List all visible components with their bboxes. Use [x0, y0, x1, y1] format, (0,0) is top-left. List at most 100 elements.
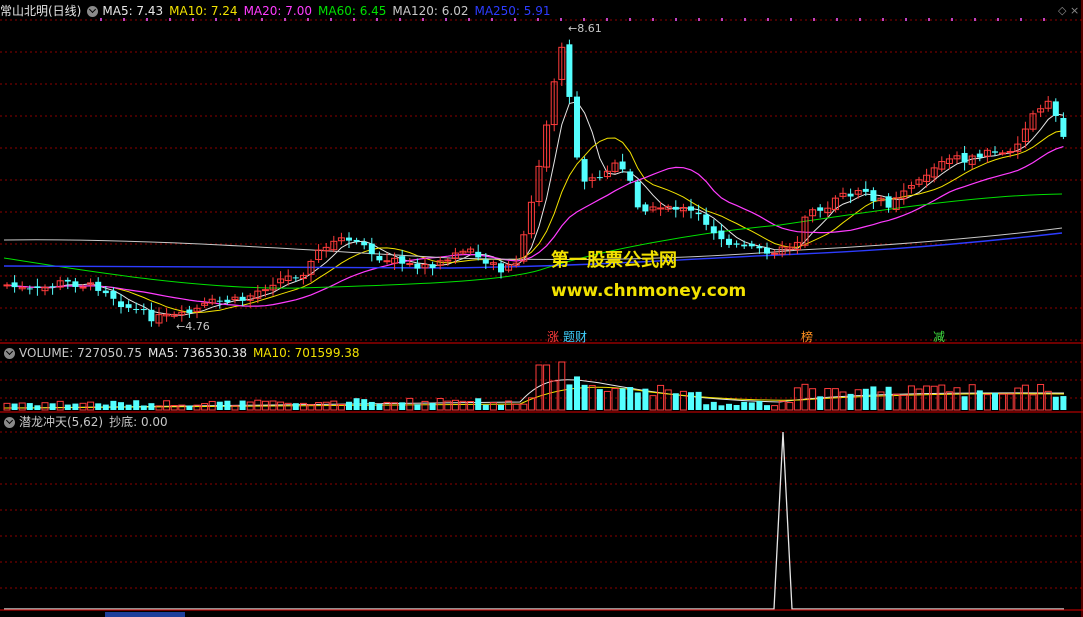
volume-bar [186, 405, 193, 410]
candle-body [847, 193, 854, 197]
volume-bar [56, 400, 64, 411]
marker-dot [560, 18, 562, 21]
event-tag-zhang[interactable]: 涨 [546, 330, 560, 344]
volume-bar [140, 405, 147, 410]
volume-bar [710, 401, 717, 410]
candle-body [1060, 117, 1067, 137]
volume-bar [634, 392, 641, 410]
candle-body [125, 304, 132, 308]
volume-bar [915, 388, 923, 411]
volume-bar [862, 388, 869, 410]
diamond-icon[interactable]: ◇ [1058, 4, 1066, 17]
volume-bar [148, 403, 155, 410]
volume-bar [429, 403, 436, 410]
candle-body [95, 281, 102, 291]
marker-dot [882, 18, 884, 21]
chevron-down-icon[interactable] [87, 5, 99, 17]
candle-body [140, 309, 147, 311]
marker-dot [675, 18, 677, 21]
marker-dot [836, 18, 838, 21]
indicator-name: 潜龙冲天(5,62) [19, 415, 104, 429]
candle-body [756, 246, 763, 249]
volume-bar [793, 387, 801, 411]
volume-bar [817, 396, 824, 410]
volume-bar [831, 388, 839, 411]
volume-bar [18, 402, 26, 411]
kline-chart[interactable] [0, 0, 1083, 617]
volume-bar [133, 400, 140, 410]
volume-bar [672, 393, 679, 410]
main-panel-header: 常山北明(日线) MA5: 7.43 MA10: 7.24 MA20: 7.00… [0, 2, 557, 20]
volume-bar [41, 402, 49, 411]
volume-bar [95, 403, 102, 410]
candle-body [642, 204, 649, 212]
candle-body [224, 299, 231, 303]
volume-bars [3, 361, 1067, 411]
marker-dot [606, 18, 608, 21]
candle-body [376, 255, 383, 261]
volume-bar [1014, 387, 1022, 411]
volume-bar [498, 404, 504, 410]
volume-bar [1029, 394, 1037, 411]
close-icon[interactable]: × [1070, 4, 1079, 17]
candlesticks [3, 39, 1067, 327]
volume-panel-header: VOLUME: 727050.75 MA5: 736530.38 MA10: 7… [0, 344, 366, 362]
candle-body [581, 159, 588, 182]
volume-bar [664, 389, 672, 411]
date-scroll-indicator[interactable] [105, 612, 185, 617]
volume-bar [741, 401, 748, 410]
candle-body [239, 296, 246, 301]
volume-bar [726, 403, 732, 410]
chevron-down-icon[interactable] [4, 347, 15, 359]
candle-body [64, 279, 71, 282]
candle-body [133, 308, 140, 310]
marker-dot [698, 18, 700, 21]
ma5-label: MA5: 7.43 [102, 4, 164, 18]
volume-bar [839, 391, 847, 411]
candle-body [726, 238, 732, 245]
candle-body [703, 214, 710, 225]
chevron-down-icon[interactable] [4, 416, 15, 428]
volume-bar [999, 393, 1007, 411]
candle-body [475, 251, 482, 258]
candle-body [26, 288, 33, 290]
volume-bar [406, 397, 414, 411]
candle-body [688, 206, 694, 211]
event-tag-bang[interactable]: 榜 [800, 330, 814, 344]
volume-bar [315, 402, 323, 411]
volume-bar [512, 403, 520, 411]
candle-body [11, 282, 18, 288]
indicator-line [4, 431, 1064, 610]
candle-body [695, 212, 702, 215]
volume-bar [79, 402, 87, 411]
event-tag-ticai[interactable]: 题财 [562, 330, 588, 344]
ma20-label: MA20: 7.00 [243, 4, 312, 18]
candle-body [186, 309, 193, 313]
volume-bar [892, 393, 900, 411]
candle-body [764, 247, 770, 254]
volume-bar [642, 388, 649, 410]
volume-bar [619, 388, 626, 410]
indicator-panel-header: 潜龙冲天(5,62) 抄底: 0.00 [0, 413, 174, 431]
candle-body [368, 243, 375, 255]
stock-title[interactable]: 常山北明(日线) [0, 2, 81, 20]
event-tag-jian[interactable]: 减 [932, 330, 946, 344]
candle-body [885, 196, 892, 208]
candle-body [771, 252, 779, 255]
marker-dot [721, 18, 723, 21]
volume-bar [414, 404, 421, 410]
volume-bar [961, 396, 968, 410]
volume-bar [885, 386, 892, 410]
candle-body [3, 284, 11, 287]
marker-dot [1043, 18, 1045, 21]
candle-body [657, 207, 665, 210]
watermark-url: www.chnmoney.com [551, 281, 747, 301]
volume-bar [968, 384, 976, 411]
marker-dot [813, 18, 815, 21]
marker-dot [629, 18, 631, 21]
marker-dot [859, 18, 861, 21]
candle-body [110, 290, 117, 299]
candle-body [429, 264, 436, 269]
volume-ma5: MA5: 736530.38 [148, 346, 247, 360]
marker-dot [951, 18, 953, 21]
